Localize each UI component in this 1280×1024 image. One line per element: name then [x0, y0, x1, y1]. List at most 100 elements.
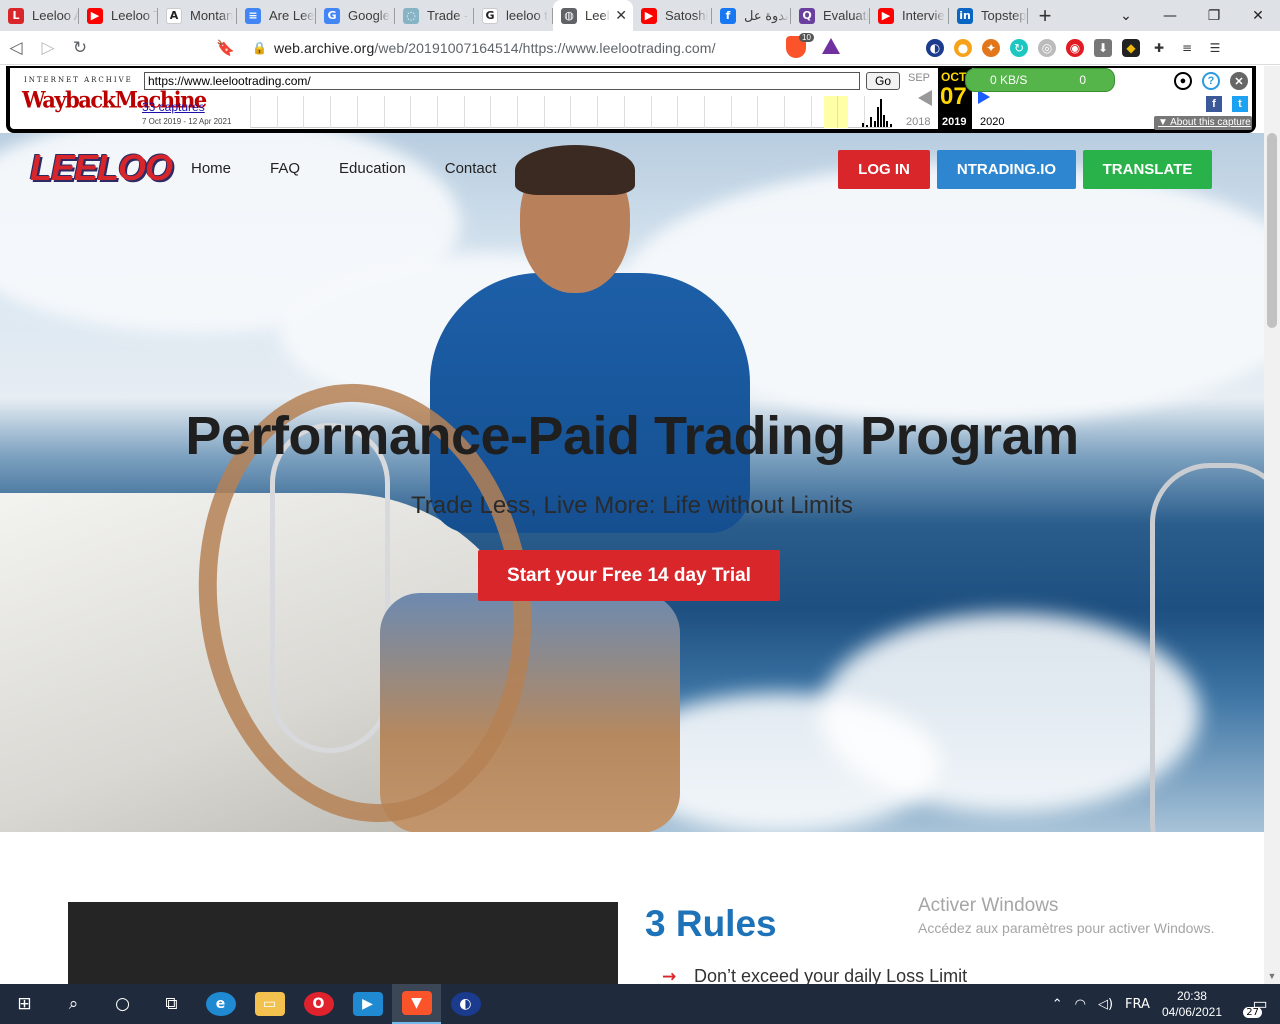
wayback-prev-arrow-icon[interactable] — [918, 90, 932, 106]
bookmark-icon[interactable]: 🔖 — [216, 39, 238, 57]
tab-close-icon[interactable]: ✕ — [615, 7, 627, 24]
browser-tab[interactable]: Q Evaluati — [791, 0, 870, 31]
metamask-fox-icon[interactable]: ✦ — [982, 39, 1000, 57]
browser-tab[interactable]: f ندوة عل — [712, 0, 791, 31]
extension-egg-icon[interactable]: ● — [954, 39, 972, 57]
lock-icon[interactable]: 🔒 — [252, 41, 274, 55]
taskbar-brave[interactable]: ▼ — [392, 984, 441, 1024]
sparkline-year-divider — [837, 96, 839, 128]
forward-icon[interactable]: ▷ — [32, 32, 64, 64]
login-button[interactable]: LOG IN — [838, 150, 930, 189]
browser-tab[interactable]: A Montan — [158, 0, 237, 31]
browser-tab[interactable]: in Topstep — [949, 0, 1028, 31]
about-capture-link[interactable]: ▼ About this capture — [1154, 116, 1252, 130]
browser-tab[interactable]: ◍ Leel ✕ — [553, 0, 633, 31]
free-trial-button[interactable]: Start your Free 14 day Trial — [478, 550, 780, 601]
sparkline-year-divider — [463, 96, 465, 128]
taskbar-store[interactable]: ▶ — [343, 984, 392, 1024]
binance-icon[interactable]: ◆ — [1122, 39, 1140, 57]
taskbar-edge[interactable]: e — [196, 984, 245, 1024]
facebook-icon[interactable]: f — [1206, 96, 1222, 112]
nav-home[interactable]: Home — [191, 160, 231, 177]
browser-tab[interactable]: ≡ Are Lee — [237, 0, 316, 31]
extension-refresh-icon[interactable]: ↻ — [1010, 39, 1028, 57]
notifications-icon[interactable]: ▭ 27 — [1240, 984, 1280, 1024]
browser-tab-title: Leeloo T — [111, 8, 158, 23]
user-icon[interactable]: ● — [1174, 72, 1192, 90]
sparkline-year-divider — [543, 96, 545, 128]
browser-tab[interactable]: ▶ Satoshi — [633, 0, 712, 31]
scrollbar-thumb[interactable] — [1267, 133, 1277, 328]
nav-education[interactable]: Education — [339, 160, 406, 177]
clock[interactable]: 20:38 04/06/2021 — [1162, 988, 1222, 1020]
browser-tab[interactable]: ◌ Trade - — [395, 0, 474, 31]
task-view-icon[interactable]: ⧉ — [147, 984, 196, 1024]
help-icon[interactable]: ? — [1202, 72, 1220, 90]
wayback-prev-year[interactable]: 2018 — [906, 116, 930, 128]
twitter-icon[interactable]: t — [1232, 96, 1248, 112]
video-embed[interactable] — [68, 902, 618, 984]
menu-icon[interactable]: ☰ — [1206, 39, 1224, 57]
tray-chevron-icon[interactable]: ⌃ — [1052, 997, 1063, 1012]
download-icon[interactable]: ⬇ — [1094, 39, 1112, 57]
extension-grey-icon[interactable]: ◎ — [1038, 39, 1056, 57]
language-indicator[interactable]: FRA — [1125, 997, 1150, 1012]
sparkline-year-divider — [703, 96, 705, 128]
windows-start-icon[interactable]: ⊞ — [0, 984, 49, 1024]
wayback-url-input[interactable]: https://www.leelootrading.com/ — [144, 72, 860, 90]
address-bar[interactable]: 🔖 🔒 web.archive.org/web/20191007164514/h… — [216, 34, 876, 62]
minimize-icon[interactable]: — — [1148, 0, 1192, 31]
taskbar-app[interactable]: ◐ — [441, 984, 490, 1024]
wayback-captures-link[interactable]: 33 captures — [142, 100, 205, 114]
brave-rewards-icon[interactable] — [822, 38, 840, 54]
wayback-next-arrow-icon[interactable] — [978, 90, 990, 104]
browser-toolbar: ◁ ▷ ↻ 🔖 🔒 web.archive.org/web/2019100716… — [0, 31, 1280, 65]
taskbar-explorer[interactable]: ▭ — [245, 984, 294, 1024]
browser-tab[interactable]: G Google — [316, 0, 395, 31]
address-url[interactable]: web.archive.org/web/20191007164514/https… — [274, 40, 716, 56]
cortana-icon[interactable]: ○ — [98, 984, 147, 1024]
a-favicon-icon: A — [166, 7, 182, 24]
extensions-puzzle-icon[interactable]: ✚ — [1150, 39, 1168, 57]
sparkline-bar — [874, 121, 876, 127]
page-scrollbar[interactable]: ▼ — [1264, 133, 1280, 984]
wayback-sparkline[interactable] — [250, 96, 892, 128]
back-icon[interactable]: ◁ — [0, 32, 32, 64]
extension-icon-1[interactable]: ◐ — [926, 39, 944, 57]
scrollbar-top — [1264, 66, 1280, 133]
translate-button[interactable]: TRANSLATE — [1083, 150, 1212, 189]
close-icon[interactable]: ✕ — [1230, 72, 1248, 90]
close-window-icon[interactable]: ✕ — [1236, 0, 1280, 31]
search-icon[interactable]: ⌕ — [49, 984, 98, 1024]
browser-tab[interactable]: ▶ Intervie — [870, 0, 949, 31]
browser-tab[interactable]: ▶ Leeloo T — [79, 0, 158, 31]
wayback-next-year[interactable]: 2020 — [980, 116, 1004, 128]
wayback-go-button[interactable]: Go — [866, 72, 900, 90]
restore-icon[interactable]: ❐ — [1192, 0, 1236, 31]
network-icon[interactable]: ◠ — [1075, 997, 1086, 1012]
sparkline-year-divider — [276, 96, 278, 128]
leeloo-logo[interactable]: LEELOO — [30, 147, 173, 189]
site-header: LEELOO Home FAQ Education Contact LOG IN… — [0, 133, 1264, 203]
hero-subtitle: Trade Less, Live More: Life without Limi… — [411, 492, 853, 519]
nav-contact[interactable]: Contact — [445, 160, 497, 177]
sparkline-year-divider — [303, 96, 305, 128]
ntrading-button[interactable]: NTRADING.IO — [937, 150, 1076, 189]
sparkline-year-divider — [410, 96, 412, 128]
window-controls: ⌄ — ❐ ✕ — [1104, 0, 1280, 31]
scroll-down-icon[interactable]: ▼ — [1264, 968, 1280, 984]
reading-list-icon[interactable]: ≡ — [1178, 39, 1196, 57]
browser-tab[interactable]: Gleeloo t — [474, 0, 553, 31]
wayback-prev-month[interactable]: SEP — [908, 72, 930, 84]
store-icon: ▶ — [352, 992, 383, 1016]
extension-record-icon[interactable]: ◉ — [1066, 39, 1084, 57]
tab-search-icon[interactable]: ⌄ — [1104, 0, 1148, 31]
taskbar-opera[interactable]: O — [294, 984, 343, 1024]
speed-widget[interactable]: 0 KB/S 0 — [965, 68, 1115, 92]
browser-tab[interactable]: L Leeloo A — [0, 0, 79, 31]
new-tab-button[interactable]: + — [1028, 0, 1062, 31]
reload-icon[interactable]: ↻ — [64, 32, 96, 64]
browser-tab-title: Google — [348, 8, 390, 23]
nav-faq[interactable]: FAQ — [270, 160, 300, 177]
volume-icon[interactable]: ◁) — [1098, 997, 1113, 1012]
